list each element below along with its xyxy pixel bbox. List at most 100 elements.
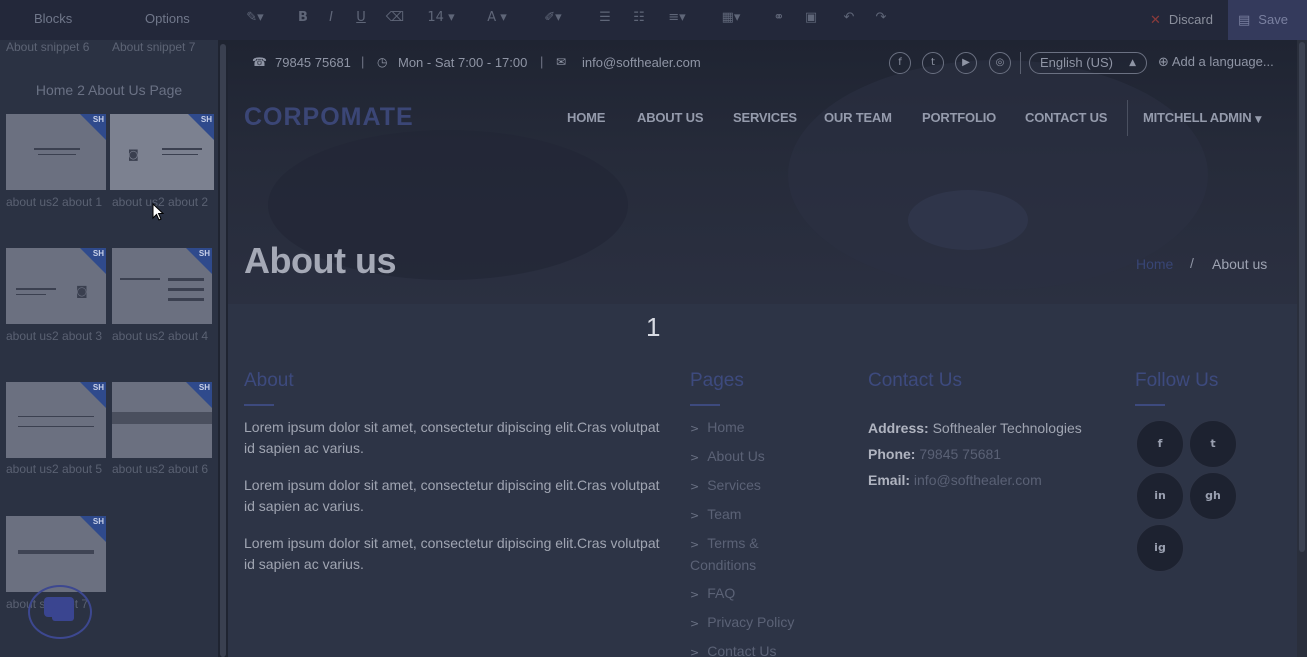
plus-circle-icon: ⊕ [1158, 55, 1169, 70]
snippet-label: about us2 about 6 [112, 462, 209, 476]
nav-portfolio[interactable]: PORTFOLIO [922, 110, 996, 125]
snippet-thumbnail[interactable]: SH [6, 516, 106, 592]
footer-link-privacy[interactable]: > Privacy Policy [690, 612, 840, 634]
snippet-thumbnail[interactable]: SH [6, 382, 106, 458]
editor-toolbar: Blocks Options ✎▾ B I U ⌫ 14 ▾ A ▾ ✐▾ ☰ … [0, 0, 1307, 40]
snippet-thumbnail[interactable]: ◙ SH [6, 248, 106, 324]
footer-link-faq[interactable]: > FAQ [690, 583, 840, 605]
save-button[interactable]: ▤ Save [1228, 0, 1307, 40]
page-title: About us [244, 240, 396, 281]
follow-heading: Follow Us [1135, 370, 1219, 391]
footer-link-contact-us[interactable]: > Contact Us [690, 641, 840, 657]
panel-scrollbar[interactable] [218, 40, 228, 657]
snippet-label: about us2 about 3 [6, 329, 103, 343]
page-scrollbar[interactable] [1297, 40, 1307, 657]
nav-home[interactable]: HOME [567, 110, 605, 125]
snippets-panel: About snippet 6 About snippet 7 Home 2 A… [0, 40, 218, 657]
caret-down-icon: ▼ [1254, 115, 1262, 125]
close-icon: ✕ [1150, 13, 1161, 28]
pages-heading: Pages [690, 370, 744, 391]
nav-services[interactable]: SERVICES [733, 110, 797, 125]
breadcrumb-current: About us [1212, 256, 1268, 272]
snippet-thumbnail-hovered[interactable]: ◙ SH [110, 114, 214, 190]
align-icon[interactable]: ≡▾ [662, 10, 692, 30]
hero-banner: ☎ 79845 75681 | ◷ Mon - Sat 7:00 - 17:00… [228, 40, 1297, 304]
breadcrumb-home[interactable]: Home [1136, 256, 1173, 272]
github-icon[interactable]: gh [1189, 472, 1237, 520]
footer-link-services[interactable]: > Services [690, 475, 840, 497]
mouse-cursor-icon [152, 202, 165, 226]
nav-about-us[interactable]: ABOUT US [637, 110, 703, 125]
footer-link-team[interactable]: > Team [690, 504, 840, 526]
breadcrumb-separator: / [1190, 255, 1194, 271]
snippet-thumbnail[interactable]: SH [112, 248, 212, 324]
page-canvas: ☎ 79845 75681 | ◷ Mon - Sat 7:00 - 17:00… [228, 40, 1297, 657]
snippet-caption: About snippet 7 [112, 40, 196, 54]
tab-blocks[interactable]: Blocks [34, 11, 72, 26]
save-label: Save [1258, 12, 1288, 27]
camera-icon: ◙ [128, 148, 139, 161]
snippet-label: about us2 about 5 [6, 462, 103, 476]
snippet-group-title: Home 2 About Us Page [35, 82, 183, 98]
table-icon[interactable]: ▦▾ [716, 10, 746, 30]
tab-options[interactable]: Options [145, 11, 190, 26]
snippet-caption: About snippet 6 [6, 40, 90, 54]
discard-label: Discard [1168, 12, 1213, 27]
snippet-thumbnail[interactable]: SH [112, 382, 212, 458]
image-icon[interactable]: ▣ [800, 10, 822, 30]
bold-icon[interactable]: B [292, 10, 314, 30]
font-size-dropdown[interactable]: 14 ▾ [424, 10, 458, 30]
underline-icon[interactable]: U [350, 10, 372, 30]
eraser-icon[interactable]: ⌫ [384, 10, 406, 30]
snippet-label: about us2 about 1 [6, 195, 103, 209]
youtube-icon[interactable]: ▶ [955, 52, 977, 74]
footer-link-home[interactable]: > Home [690, 417, 840, 439]
about-paragraph: Lorem ipsum dolor sit amet, consectetur … [244, 535, 660, 572]
contact-email: Email: info@softhealer.com [868, 472, 1042, 488]
italic-icon[interactable]: I [320, 10, 342, 30]
caret-up-icon: ▲ [1129, 58, 1136, 68]
link-icon[interactable]: ⚭ [768, 10, 790, 30]
snippet-thumbnail[interactable]: SH [6, 114, 106, 190]
footer-link-terms[interactable]: > Terms & Conditions [690, 533, 790, 576]
unordered-list-icon[interactable]: ☰ [594, 10, 616, 30]
about-paragraph: Lorem ipsum dolor sit amet, consectetur … [244, 419, 660, 456]
highlight-icon[interactable]: ✐▾ [538, 10, 568, 30]
top-contact-bar: ☎ 79845 75681 | ◷ Mon - Sat 7:00 - 17:00… [228, 40, 1297, 86]
ordered-list-icon[interactable]: ☷ [628, 10, 650, 30]
instagram-icon[interactable]: ig [1136, 524, 1184, 572]
twitter-icon[interactable]: t [1189, 420, 1237, 468]
twitter-icon[interactable]: t [922, 52, 944, 74]
floppy-icon: ▤ [1238, 13, 1251, 28]
top-email[interactable]: info@softhealer.com [582, 55, 701, 70]
contact-phone: Phone: 79845 75681 [868, 446, 1002, 462]
redo-icon[interactable]: ↷ [870, 10, 892, 30]
site-logo[interactable]: CORPOMATE [244, 103, 414, 132]
language-selector[interactable]: English (US) ▲ [1029, 52, 1147, 74]
undo-icon[interactable]: ↶ [838, 10, 860, 30]
facebook-icon[interactable]: f [1136, 420, 1184, 468]
nav-our-team[interactable]: OUR TEAM [824, 110, 892, 125]
linkedin-icon[interactable]: in [1136, 472, 1184, 520]
footer-link-about-us[interactable]: > About Us [690, 446, 840, 468]
user-menu[interactable]: MITCHELL ADMIN ▼ [1143, 110, 1262, 125]
page-indicator: 1 [646, 312, 661, 342]
phone-link[interactable]: 79845 75681 [919, 446, 1001, 462]
nav-contact-us[interactable]: CONTACT US [1025, 110, 1107, 125]
top-phone[interactable]: 79845 75681 [275, 55, 351, 70]
facebook-icon[interactable]: f [889, 52, 911, 74]
snippet-label: about us2 about 4 [112, 329, 209, 343]
add-language-link[interactable]: ⊕ Add a language... [1158, 54, 1274, 70]
camera-icon: ◙ [76, 284, 88, 298]
magic-wand-icon[interactable]: ✎▾ [244, 10, 266, 30]
chat-icon[interactable] [28, 585, 92, 639]
snippet-label: about us2 about 2 [112, 195, 209, 209]
email-link[interactable]: info@softhealer.com [914, 472, 1042, 488]
top-hours: Mon - Sat 7:00 - 17:00 [398, 55, 528, 70]
phone-icon: ☎ [252, 55, 267, 69]
discard-button[interactable]: ✕ Discard [1142, 0, 1228, 40]
instagram-icon[interactable]: ◎ [989, 52, 1011, 74]
font-color-icon[interactable]: A ▾ [482, 10, 512, 30]
contact-address: Address: Softhealer Technologies [868, 420, 1082, 436]
contact-heading: Contact Us [868, 370, 962, 391]
